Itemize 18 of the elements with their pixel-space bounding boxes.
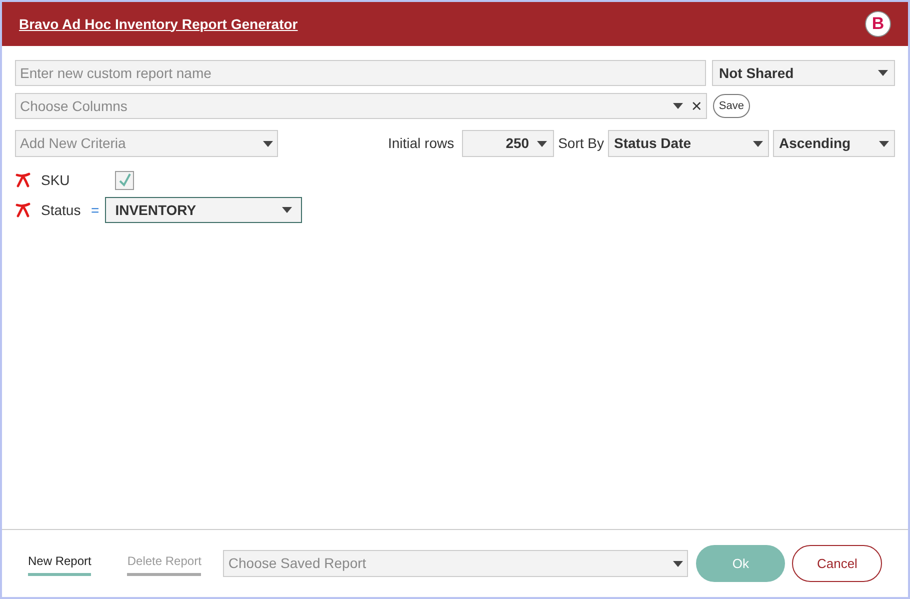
- status-dropdown[interactable]: INVENTORY: [105, 197, 302, 223]
- save-button[interactable]: Save: [712, 94, 750, 118]
- report-name-field[interactable]: Enter new custom report name: [15, 60, 706, 86]
- sort-order-dropdown[interactable]: Ascending: [773, 130, 895, 157]
- footer-tab[interactable]: New Report: [28, 552, 92, 576]
- initial-rows-dropdown[interactable]: 250: [462, 130, 554, 157]
- sharing-dropdown[interactable]: Not Shared: [712, 60, 895, 86]
- columns-field[interactable]: Choose Columns ×: [15, 93, 707, 119]
- sort-by-label: Sort By: [558, 134, 604, 153]
- cancel-button[interactable]: Cancel: [792, 545, 882, 582]
- initial-rows-label: Initial rows: [388, 134, 454, 153]
- sort-field-dropdown[interactable]: Status Date: [608, 130, 769, 157]
- criteria-label: SKU: [41, 170, 71, 190]
- operator: =: [91, 200, 100, 220]
- logo: B: [865, 11, 891, 37]
- criteria-label: Status: [41, 200, 82, 220]
- clear-button[interactable]: ×: [691, 97, 702, 115]
- window-title: Bravo Ad Hoc Inventory Report Generator: [19, 14, 298, 34]
